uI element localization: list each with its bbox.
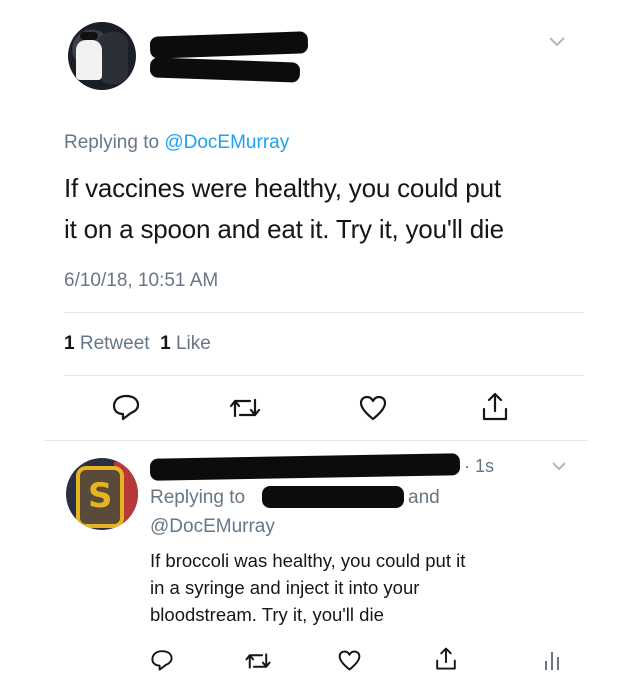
- replying-handle-link[interactable]: @DocEMurray: [164, 132, 289, 153]
- tweet-options-chevron[interactable]: [548, 36, 566, 48]
- redacted-username: [149, 57, 301, 83]
- divider: [64, 312, 584, 313]
- redacted-reply-author: [149, 453, 461, 481]
- reply-retweet-button[interactable]: [244, 651, 272, 671]
- tweet-text-line: it on a spoon and eat it. Try it, you'll…: [64, 214, 504, 244]
- replying-prefix: Replying to: [150, 487, 246, 508]
- reply-author-avatar[interactable]: S: [66, 458, 138, 530]
- reply-analytics-button[interactable]: [542, 649, 562, 671]
- author-avatar[interactable]: [68, 22, 136, 90]
- reply-text-line: If broccoli was healthy, you could put i…: [150, 550, 466, 571]
- reply-replying-to: Replying to: [150, 487, 245, 509]
- divider: [64, 375, 584, 376]
- reply-button[interactable]: [111, 393, 141, 421]
- reply-text-line: bloodstream. Try it, you'll die: [150, 604, 384, 625]
- retweet-count: 1: [64, 333, 75, 354]
- reply-time[interactable]: · 1s: [464, 456, 494, 477]
- reply-icon: [112, 394, 140, 421]
- tweet-stats: 1 Retweet 1 Like: [64, 333, 211, 355]
- like-stat[interactable]: 1 Like: [160, 333, 211, 354]
- reply-tweet-text: If broccoli was healthy, you could put i…: [150, 547, 465, 628]
- reply-reply-button[interactable]: [150, 648, 174, 672]
- like-label: Like: [175, 333, 211, 354]
- retweet-label: Retweet: [79, 333, 150, 354]
- heart-icon: [359, 395, 387, 421]
- like-count: 1: [160, 333, 171, 354]
- tweet-text: If vaccines were healthy, you could put …: [64, 168, 504, 250]
- chevron-down-icon: [552, 462, 566, 471]
- retweet-button[interactable]: [228, 396, 262, 420]
- chevron-down-icon: [549, 37, 565, 47]
- analytics-icon: [545, 652, 559, 670]
- tweet-text-line: If vaccines were healthy, you could put: [64, 173, 501, 203]
- reply-text-line: in a syringe and inject it into your: [150, 577, 420, 598]
- tweet-timestamp[interactable]: 6/10/18, 10:51 AM: [64, 270, 218, 292]
- like-button[interactable]: [358, 394, 388, 422]
- share-icon: [482, 392, 508, 421]
- reply-options-chevron[interactable]: [551, 461, 567, 471]
- retweet-icon: [245, 653, 271, 669]
- replying-and: and: [408, 487, 440, 508]
- divider: [44, 440, 588, 441]
- reply-icon: [151, 650, 173, 671]
- share-icon: [436, 647, 456, 670]
- redacted-replying-handles: [262, 486, 404, 508]
- retweet-stat[interactable]: 1 Retweet: [64, 333, 150, 354]
- reply-share-button[interactable]: [434, 646, 458, 672]
- heart-icon: [338, 650, 361, 671]
- replying-to: Replying to @DocEMurray: [64, 132, 289, 154]
- replying-prefix: Replying to: [64, 132, 160, 153]
- redacted-display-name: [149, 31, 309, 59]
- retweet-icon: [229, 398, 261, 418]
- reply-handle-link[interactable]: @DocEMurray: [150, 516, 275, 538]
- reply-like-button[interactable]: [337, 649, 362, 672]
- share-button[interactable]: [480, 391, 510, 423]
